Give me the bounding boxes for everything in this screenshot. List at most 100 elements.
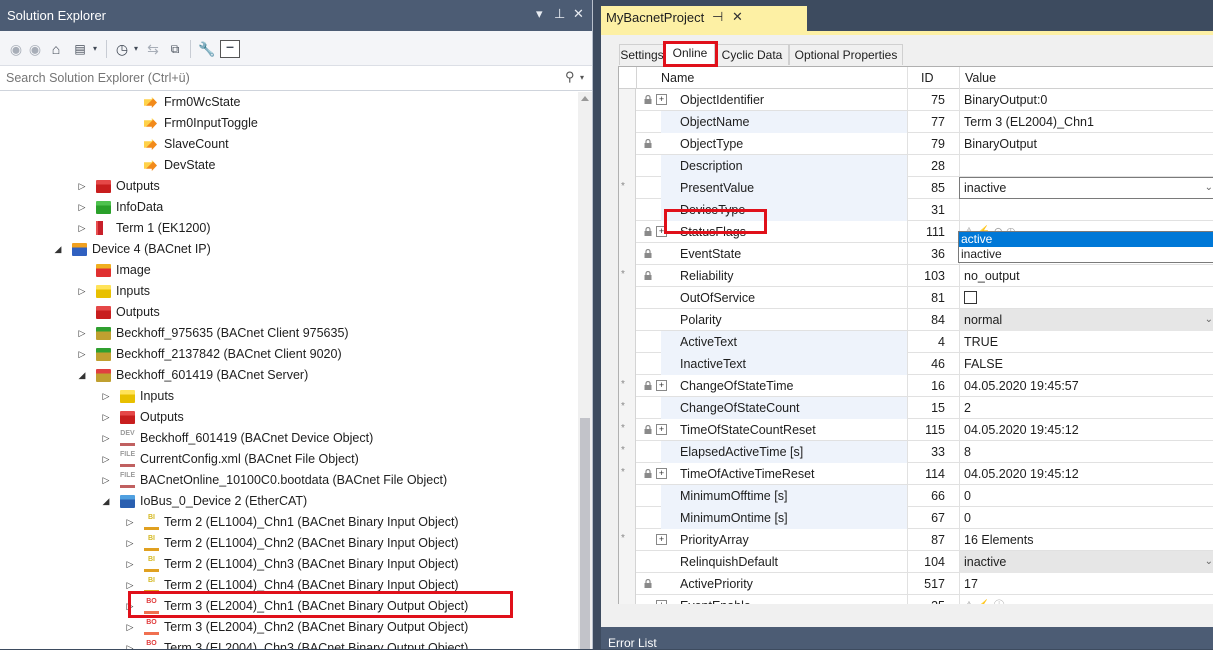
tree-item[interactable]: ◢ Beckhoff_601419 (BACnet Server) [0,365,578,386]
property-value-dropdown[interactable]: normal ⌄ [959,309,1213,331]
property-row[interactable]: ActivePriority 517 17 [619,573,1213,595]
preview-selected-items-icon[interactable]: – [220,39,240,58]
scrollbar-thumb[interactable] [580,418,590,649]
expand-arrow-icon[interactable]: ▷ [100,470,112,491]
outofservice-checkbox[interactable] [964,291,977,304]
column-header-id[interactable]: ID [921,67,934,89]
property-row[interactable]: ObjectType 79 BinaryOutput [619,133,1213,155]
expand-arrow-icon[interactable]: ▷ [100,386,112,407]
property-row[interactable]: InactiveText 46 FALSE [619,353,1213,375]
tree-item[interactable]: ▷ DEV Beckhoff_601419 (BACnet Device Objec… [0,428,578,449]
tab-settings[interactable]: Settings [619,44,665,65]
status-flags-icons[interactable]: ⚠ ⚡ ⓘ [959,595,1213,604]
property-row[interactable]: * PresentValue 85 inactive ⌄ [619,177,1213,199]
tree-item[interactable]: ◢ Device 4 (BACnet IP) [0,239,578,260]
expand-plus-icon[interactable]: + [656,468,667,479]
property-value[interactable]: 8 [959,441,1213,463]
chevron-down-icon[interactable]: ⌄ [1205,177,1213,199]
tree-item[interactable]: ▷ FILE BACnetOnline_10100C0.bootdata (BACn… [0,470,578,491]
tab-close-icon[interactable]: ✕ [732,9,743,25]
property-value-dropdown[interactable]: inactive ⌄ [959,551,1213,573]
property-value[interactable]: 2 [959,397,1213,419]
property-row[interactable]: RelinquishDefault 104 inactive ⌄ [619,551,1213,573]
tree-item[interactable]: ▷ Term 1 (EK1200) [0,218,578,239]
tree-item[interactable]: ▷ Outputs [0,407,578,428]
expand-plus-icon[interactable]: + [656,600,667,604]
expand-arrow-icon[interactable]: ▷ [76,197,88,218]
property-value[interactable] [959,199,1213,221]
collapse-arrow-icon[interactable]: ◢ [76,365,88,386]
pin-icon[interactable]: ⊥ [554,6,565,22]
expand-arrow-icon[interactable]: ▷ [76,176,88,197]
property-row[interactable]: * + TimeOfStateCountReset 115 04.05.2020 19:… [619,419,1213,441]
tab-pin-icon[interactable]: ⊣ [712,9,723,25]
collapse-arrow-icon[interactable]: ◢ [52,239,64,260]
expand-arrow-icon[interactable]: ▷ [76,281,88,302]
window-position-dropdown-icon[interactable]: ▾ [536,6,543,22]
expand-arrow-icon[interactable]: ▷ [100,428,112,449]
expand-plus-icon[interactable]: + [656,94,667,105]
back-icon[interactable]: ◉ [8,39,24,59]
expand-arrow-icon[interactable]: ▷ [76,344,88,365]
tree-item[interactable]: ▷ Outputs [0,176,578,197]
tree-item[interactable]: DevState [0,155,578,176]
property-value[interactable]: 0 [959,485,1213,507]
expand-plus-icon[interactable]: + [656,380,667,391]
property-row[interactable]: * Reliability 103 no_output [619,265,1213,287]
property-row[interactable]: ActiveText 4 TRUE [619,331,1213,353]
property-row[interactable]: OutOfService 81 [619,287,1213,309]
home-icon[interactable]: ⌂ [47,39,65,59]
tree-item[interactable]: ▷ BI Term 2 (EL1004)_Chn1 (BACnet Binary I… [0,512,578,533]
property-value[interactable]: FALSE [959,353,1213,375]
property-row[interactable]: + EventEnable 35⚠ ⚡ ⓘ [619,595,1213,604]
expand-arrow-icon[interactable]: ▷ [124,638,136,649]
pending-changes-filter-icon[interactable]: ◷ [113,39,131,59]
switch-views-dropdown-icon[interactable]: ▾ [90,39,100,59]
property-row[interactable]: * + PriorityArray 87 16 Elements [619,529,1213,551]
tree-item[interactable]: ▷ InfoData [0,197,578,218]
expand-arrow-icon[interactable]: ▷ [124,512,136,533]
forward-icon[interactable]: ◉ [27,39,43,59]
search-icon[interactable]: ⚲ [565,69,575,85]
property-row[interactable]: MinimumOfftime [s] 66 0 [619,485,1213,507]
switch-views-icon[interactable]: ▤ [69,39,91,59]
property-row[interactable]: ObjectName 77 Term 3 (EL2004)_Chn1 [619,111,1213,133]
tree-item[interactable]: ▷ Beckhoff_975635 (BACnet Client 975635) [0,323,578,344]
property-row[interactable]: * + TimeOfActiveTimeReset 114 04.05.2020 19:… [619,463,1213,485]
property-value[interactable]: Term 3 (EL2004)_Chn1 [959,111,1213,133]
property-row[interactable]: + ObjectIdentifier 75 BinaryOutput:0 [619,89,1213,111]
property-row[interactable]: * ElapsedActiveTime [s] 33 8 [619,441,1213,463]
tree-item[interactable]: Frm0InputToggle [0,113,578,134]
dropdown-option-active[interactable]: active [959,232,1213,247]
column-header-value[interactable]: Value [965,67,996,89]
tree-item[interactable]: ▷ Inputs [0,281,578,302]
chevron-down-icon[interactable]: ⌄ [1205,309,1213,331]
tree-item[interactable]: Outputs [0,302,578,323]
property-row[interactable]: * + ChangeOfStateTime 16 04.05.2020 19:45:57 [619,375,1213,397]
tree-item[interactable]: ◢ IoBus_0_Device 2 (EtherCAT) [0,491,578,512]
expand-arrow-icon[interactable]: ▷ [124,554,136,575]
tree-item[interactable]: ▷ Beckhoff_2137842 (BACnet Client 9020) [0,344,578,365]
property-value-dropdown[interactable]: inactive ⌄ [959,177,1213,199]
document-tab-mybacnetproject[interactable]: MyBacnetProject ⊣ ✕ [601,6,807,31]
property-value[interactable]: 0 [959,507,1213,529]
collapse-all-icon[interactable]: ⧉ [166,39,184,59]
expand-arrow-icon[interactable]: ▷ [124,533,136,554]
tree-item[interactable]: ▷ BO Term 3 (EL2004)_Chn2 (BACnet Binary O… [0,617,578,638]
property-value[interactable]: TRUE [959,331,1213,353]
property-row[interactable]: Description 28 [619,155,1213,177]
tree-item[interactable]: ▷ BI Term 2 (EL1004)_Chn2 (BACnet Binary I… [0,533,578,554]
expand-arrow-icon[interactable]: ▷ [76,323,88,344]
tree-item[interactable]: Frm0WcState [0,92,578,113]
collapse-arrow-icon[interactable]: ◢ [100,491,112,512]
property-row[interactable]: * ChangeOfStateCount 15 2 [619,397,1213,419]
tree-item[interactable]: ▷ BI Term 2 (EL1004)_Chn3 (BACnet Binary I… [0,554,578,575]
search-options-dropdown-icon[interactable]: ▾ [580,73,584,82]
chevron-down-icon[interactable]: ⌄ [1205,551,1213,573]
expand-arrow-icon[interactable]: ▷ [100,407,112,428]
expand-arrow-icon[interactable]: ▷ [124,617,136,638]
tree-item[interactable]: Image [0,260,578,281]
property-value[interactable] [959,155,1213,177]
column-header-name[interactable]: Name [661,67,694,89]
tree-item[interactable]: ▷ Inputs [0,386,578,407]
